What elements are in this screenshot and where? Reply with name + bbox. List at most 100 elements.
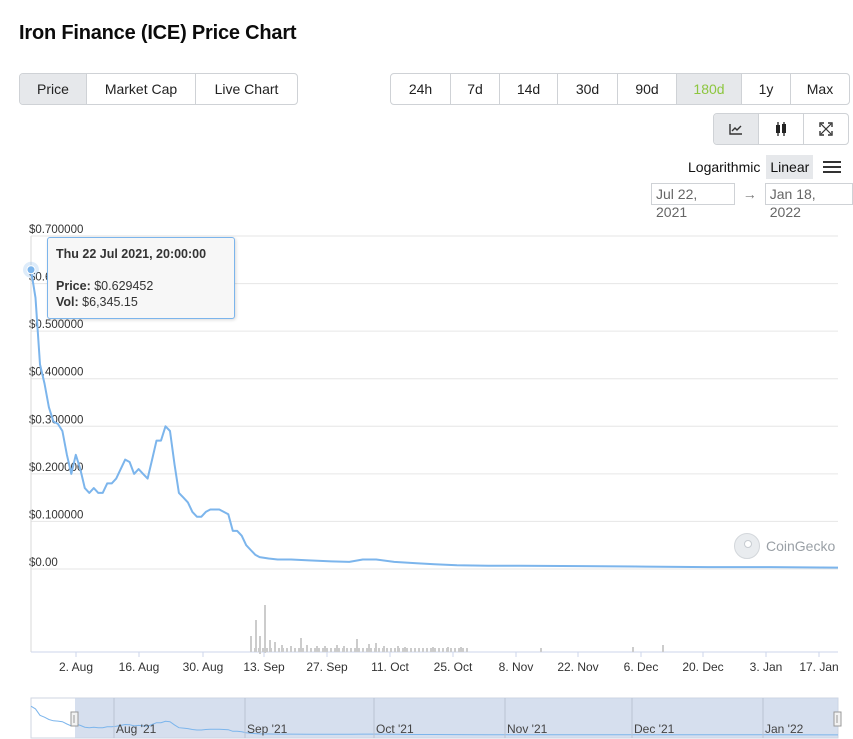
volume-bar <box>294 648 296 652</box>
volume-bar <box>286 648 288 652</box>
x-tick-label: 25. Oct <box>434 660 473 674</box>
volume-bar <box>264 605 266 653</box>
tooltip-date: Thu 22 Jul 2021, 20:00:00 <box>56 247 207 261</box>
volume-bar <box>460 647 462 652</box>
volume-bar <box>356 639 358 652</box>
price-chart[interactable]: $0.700000$0.600000$0.500000$0.400000$0.3… <box>0 0 853 739</box>
navigator-tick-label: Dec '21 <box>634 722 675 736</box>
volume-bar <box>298 648 300 652</box>
volume-bar <box>346 648 348 652</box>
volume-bar <box>362 648 364 652</box>
x-tick-label: 20. Dec <box>682 660 723 674</box>
hover-point-marker <box>26 265 36 275</box>
coingecko-watermark: CoinGecko <box>734 533 835 559</box>
navigator-selection <box>75 698 838 738</box>
volume-bar <box>322 648 324 652</box>
y-tick-label: $0.00 <box>29 557 58 569</box>
volume-bar <box>314 648 316 652</box>
volume-bar <box>368 644 370 652</box>
volume-bar <box>338 648 340 652</box>
tooltip-volume: Vol: $6,345.15 <box>56 295 138 309</box>
volume-bar <box>442 648 444 652</box>
volume-bar <box>255 620 257 652</box>
volume-bar <box>422 648 424 652</box>
watermark-text: CoinGecko <box>766 538 836 554</box>
y-tick-label: $0.700000 <box>29 224 83 236</box>
x-tick-label: 16. Aug <box>119 660 160 674</box>
volume-bar <box>318 648 320 652</box>
volume-bar <box>466 648 468 652</box>
volume-bar <box>378 648 380 652</box>
volume-bar <box>432 647 434 652</box>
volume-bar <box>406 648 408 652</box>
y-tick-label: $0.200000 <box>29 462 83 474</box>
volume-bar <box>254 648 256 652</box>
volume-bar <box>632 647 634 652</box>
volume-bar <box>402 648 404 652</box>
x-tick-label: 8. Nov <box>499 660 534 674</box>
x-tick-label: 30. Aug <box>183 660 224 674</box>
volume-bar <box>404 647 406 652</box>
volume-bar <box>662 645 664 652</box>
volume-bar <box>374 648 376 652</box>
volume-bar <box>330 648 332 652</box>
tooltip-price-value: $0.629452 <box>94 279 154 293</box>
volume-bar <box>446 648 448 652</box>
x-tick-label: 2. Aug <box>59 660 93 674</box>
volume-bar <box>262 648 264 652</box>
x-tick-label: 6. Dec <box>624 660 659 674</box>
volume-bar <box>334 648 336 652</box>
volume-bar <box>366 648 368 652</box>
x-tick-label: 22. Nov <box>557 660 598 674</box>
tooltip-vol-label: Vol: <box>56 295 79 309</box>
volume-bar <box>326 648 328 652</box>
x-tick-label: 3. Jan <box>750 660 783 674</box>
volume-bar <box>316 646 318 652</box>
volume-bar <box>306 648 308 652</box>
volume-bar <box>426 648 428 652</box>
volume-bar <box>382 648 384 652</box>
navigator-tick-label: Nov '21 <box>507 722 548 736</box>
volume-bar <box>270 648 272 652</box>
tooltip-vol-value: $6,345.15 <box>82 295 138 309</box>
volume-bar <box>290 648 292 652</box>
navigator-left-handle[interactable] <box>70 711 79 727</box>
volume-bar <box>342 648 344 652</box>
navigator-tick-label: Sep '21 <box>247 722 288 736</box>
volume-bar <box>454 648 456 652</box>
x-tick-label: 17. Jan <box>799 660 838 674</box>
volume-bar <box>390 648 392 652</box>
volume-bar <box>278 648 280 652</box>
navigator-tick-label: Jan '22 <box>765 722 804 736</box>
volume-bar <box>354 648 356 652</box>
volume-bar <box>274 648 276 652</box>
volume-bar <box>302 648 304 652</box>
volume-bar <box>398 648 400 652</box>
x-tick-label: 27. Sep <box>306 660 348 674</box>
tooltip-price: Price: $0.629452 <box>56 279 153 293</box>
volume-bar <box>370 648 372 652</box>
volume-bar <box>462 648 464 652</box>
navigator-right-handle[interactable] <box>833 711 842 727</box>
volume-bar <box>410 648 412 652</box>
volume-bar <box>414 648 416 652</box>
volume-bar <box>418 648 420 652</box>
volume-bar <box>358 648 360 652</box>
volume-bar <box>324 646 326 652</box>
y-tick-label: $0.100000 <box>29 509 83 521</box>
y-tick-label: $0.400000 <box>29 367 83 379</box>
volume-bar <box>250 636 252 648</box>
tooltip-price-label: Price: <box>56 279 91 293</box>
volume-bar <box>434 648 436 652</box>
navigator-tick-label: Oct '21 <box>376 722 414 736</box>
volume-bar <box>250 648 252 652</box>
volume-bar <box>258 648 260 652</box>
volume-bar <box>310 648 312 652</box>
navigator-tick-label: Aug '21 <box>116 722 157 736</box>
x-tick-label: 11. Oct <box>371 660 409 674</box>
volume-bar <box>458 648 460 652</box>
volume-bar <box>394 648 396 652</box>
volume-bar <box>282 648 284 652</box>
volume-bar <box>438 648 440 652</box>
x-tick-label: 13. Sep <box>243 660 285 674</box>
